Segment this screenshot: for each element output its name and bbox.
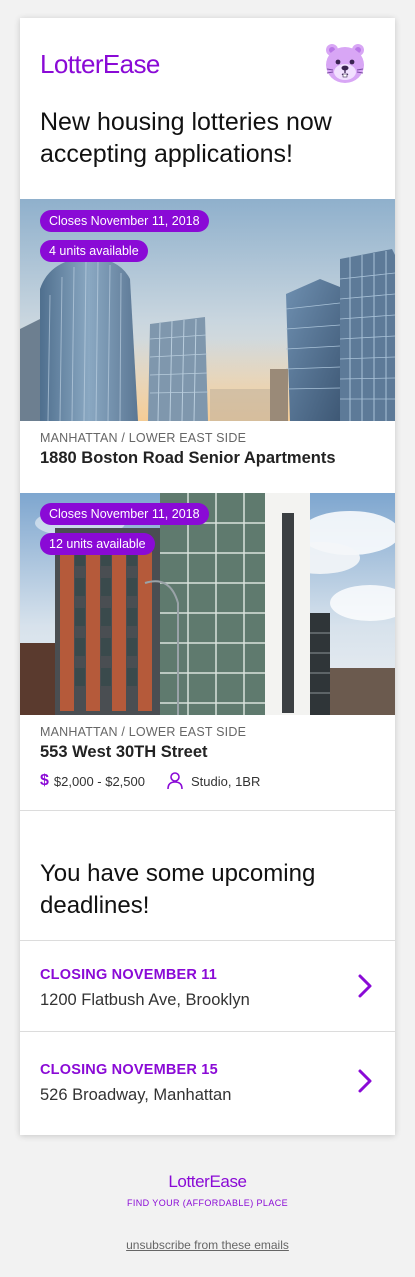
deadline-label: CLOSING NOVEMBER 11 xyxy=(40,967,218,983)
listing-neighborhood: MANHATTAN / LOWER EAST SIDE xyxy=(40,725,247,739)
brand-logo[interactable]: LotterEase xyxy=(40,49,160,80)
apartment-building-photo[interactable]: Closes November 11, 2018 12 units availa… xyxy=(20,493,395,715)
units-available-badge: 4 units available xyxy=(40,240,148,262)
deadline-label: CLOSING NOVEMBER 15 xyxy=(40,1062,218,1078)
deadlines-title: You have some upcoming deadlines! xyxy=(40,860,316,919)
deadline-address: 1200 Flatbush Ave, Brooklyn xyxy=(40,991,250,1009)
listing-meta: $ $2,000 - $2,500 Studio, 1BR xyxy=(40,771,260,791)
chevron-right-icon[interactable] xyxy=(355,1067,375,1095)
otter-face-icon xyxy=(323,41,367,85)
email-card: LotterEase New housing lotteries now acc… xyxy=(20,18,395,1135)
closing-date-badge: Closes November 11, 2018 xyxy=(40,210,209,232)
unsubscribe-link[interactable]: unsubscribe from these emails xyxy=(0,1238,415,1252)
section-divider xyxy=(20,810,395,811)
listing-title[interactable]: 1880 Boston Road Senior Apartments xyxy=(40,449,336,468)
listing-card[interactable]: Closes November 11, 2018 12 units availa… xyxy=(20,493,395,810)
footer-tagline: FIND YOUR (AFFORDABLE) PLACE xyxy=(126,1198,289,1208)
headline: New housing lotteries now accepting appl… xyxy=(40,108,332,168)
closing-date-badge: Closes November 11, 2018 xyxy=(40,503,209,525)
person-icon xyxy=(167,772,183,790)
listing-neighborhood: MANHATTAN / LOWER EAST SIDE xyxy=(40,431,247,445)
listing-title[interactable]: 553 West 30TH Street xyxy=(40,743,208,762)
glass-towers-photo[interactable]: Closes November 11, 2018 4 units availab… xyxy=(20,199,395,421)
chevron-right-icon[interactable] xyxy=(355,972,375,1000)
listing-card[interactable]: Closes November 11, 2018 4 units availab… xyxy=(20,199,395,493)
listing-unit-types: Studio, 1BR xyxy=(190,773,261,789)
section-divider xyxy=(20,1031,395,1032)
units-available-badge: 12 units available xyxy=(40,533,155,555)
deadline-address: 526 Broadway, Manhattan xyxy=(40,1086,232,1104)
dollar-icon: $ xyxy=(40,772,49,789)
deadline-item[interactable]: CLOSING NOVEMBER 11 1200 Flatbush Ave, B… xyxy=(20,941,395,1031)
listing-price: $2,000 - $2,500 xyxy=(53,773,145,789)
footer-brand[interactable]: LotterEase xyxy=(0,1172,415,1192)
email-header: LotterEase New housing lotteries now acc… xyxy=(20,18,395,199)
deadline-item[interactable]: CLOSING NOVEMBER 15 526 Broadway, Manhat… xyxy=(20,1036,395,1126)
